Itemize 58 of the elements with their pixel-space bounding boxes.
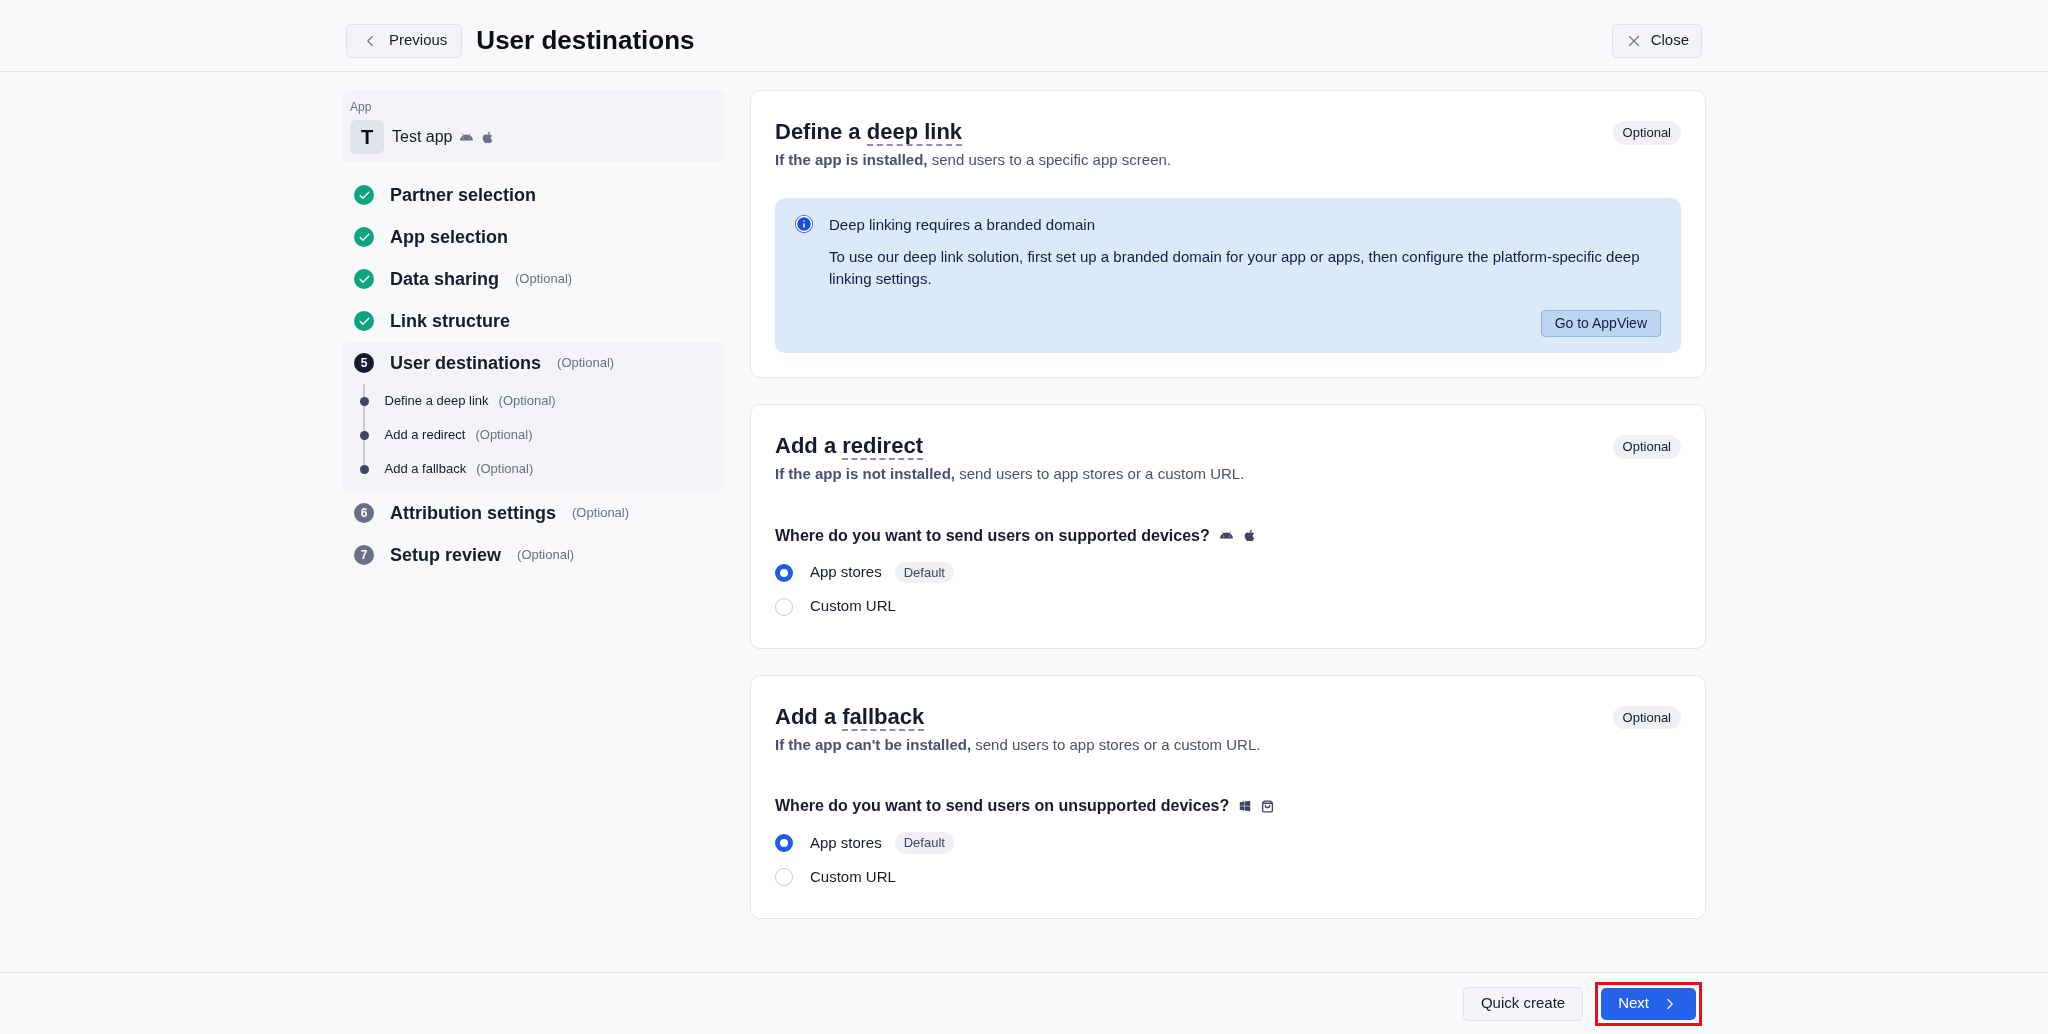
default-tag: Default	[894, 561, 954, 584]
optional-note: (Optional)	[515, 270, 573, 289]
optional-note: (Optional)	[476, 460, 534, 479]
option-label: Custom URL	[810, 866, 896, 887]
app-name: Test app	[392, 127, 453, 147]
optional-tag: Optional	[1612, 705, 1681, 729]
step-label[interactable]: Attribution settings	[390, 499, 556, 527]
step-label[interactable]: Link structure	[390, 307, 511, 335]
step-label[interactable]: Data sharing	[390, 265, 500, 293]
step-number: 5	[354, 353, 374, 373]
radio-button[interactable]	[775, 834, 793, 852]
section-subtitle: If the app is not installed, send users to app stores or a custom URL.	[775, 464, 1245, 484]
info-icon	[795, 214, 813, 233]
optional-note: (Optional)	[498, 392, 556, 411]
page-title: User destinations	[476, 24, 695, 57]
apple-icon	[1242, 529, 1256, 542]
substep-label[interactable]: Add a fallback	[384, 459, 467, 479]
close-button[interactable]: Close	[1611, 23, 1702, 58]
step-label[interactable]: Partner selection	[390, 181, 537, 209]
step-number: 6	[354, 503, 374, 523]
bullet-icon	[359, 430, 369, 440]
windows-icon	[1239, 800, 1252, 812]
quick-create-button[interactable]: Quick create	[1462, 986, 1584, 1021]
section-subtitle: If the app can't be installed, send users to app stores or a custom URL.	[775, 734, 1261, 755]
substep-label[interactable]: Add a redirect	[384, 425, 466, 445]
section-title: Add a fallback	[775, 702, 926, 732]
default-tag: Default	[894, 832, 954, 854]
app-avatar: T	[350, 120, 384, 154]
step-label[interactable]: App selection	[390, 223, 509, 251]
step-label[interactable]: User destinations	[390, 349, 542, 377]
question-label: Where do you want to send users on unsupported devices?	[775, 796, 1230, 816]
bullet-icon	[359, 396, 369, 406]
optional-note: (Optional)	[572, 504, 630, 523]
option-label: Custom URL	[810, 596, 896, 617]
question-label: Where do you want to send users on supported devices?	[775, 525, 1210, 546]
optional-note: (Optional)	[517, 546, 575, 565]
option-label: App stores	[810, 562, 882, 583]
optional-note: (Optional)	[557, 354, 615, 373]
substep-label[interactable]: Define a deep link	[384, 391, 489, 411]
optional-tag: Optional	[1612, 435, 1681, 459]
go-to-appview-button[interactable]: Go to AppView	[1540, 310, 1661, 337]
section-subtitle: If the app is installed, send users to a specific app screen.	[775, 150, 1171, 170]
notice-title: Deep linking requires a branded domain	[829, 214, 1096, 235]
previous-button[interactable]: Previous	[346, 23, 463, 58]
radio-button[interactable]	[775, 563, 793, 582]
step-number: 7	[354, 545, 374, 565]
notice-text: To use our deep link solution, first set up a branded domain for your app or apps, then configure the platform-specific deep linking settings.	[829, 247, 1641, 289]
bag-icon	[1261, 799, 1275, 813]
app-caption: App	[350, 99, 373, 116]
next-button[interactable]: Next	[1601, 987, 1696, 1020]
section-title: Define a deep link	[775, 118, 964, 147]
option-label: App stores	[810, 832, 882, 853]
step-label[interactable]: Setup review	[390, 541, 502, 569]
optional-note: (Optional)	[475, 426, 533, 445]
apple-icon	[481, 130, 495, 144]
bullet-icon	[359, 464, 369, 474]
section-title: Add a redirect	[775, 432, 924, 461]
optional-tag: Optional	[1612, 121, 1681, 145]
